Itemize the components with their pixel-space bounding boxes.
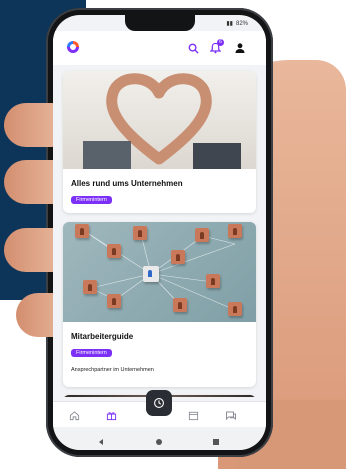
- category-tag[interactable]: Firmenintern: [71, 349, 112, 357]
- content-feed[interactable]: Alles rund ums Unternehmen Firmenintern: [53, 67, 266, 397]
- gift-icon[interactable]: [104, 408, 118, 422]
- cube: [173, 298, 187, 312]
- clock-icon[interactable]: [146, 390, 172, 416]
- status-bar: ▮▮ 82%: [226, 20, 248, 28]
- back-icon[interactable]: [97, 433, 105, 450]
- cube: [107, 294, 121, 308]
- cube: [206, 274, 220, 288]
- cube-highlighted: [143, 266, 159, 282]
- search-icon[interactable]: [186, 41, 200, 55]
- card-description: Ansprechpartner im Unternehmen: [71, 367, 154, 373]
- card-image-heart-hands: [63, 71, 256, 169]
- card-title: Mitarbeiterguide: [71, 332, 134, 341]
- system-navigation-bar: [53, 427, 266, 450]
- phone-notch: [125, 15, 195, 31]
- feed-card[interactable]: Alles rund ums Unternehmen Firmenintern: [63, 71, 256, 213]
- signal-icon: ▮▮: [226, 21, 233, 27]
- app-logo[interactable]: [67, 41, 79, 53]
- cube: [75, 224, 89, 238]
- card-image-network-cubes: [63, 222, 256, 322]
- cube: [171, 250, 185, 264]
- cube: [195, 228, 209, 242]
- user-icon[interactable]: [233, 41, 247, 55]
- home-circle-icon[interactable]: [155, 433, 163, 450]
- app-header: 6: [53, 31, 266, 65]
- smartphone: ▮▮ 82% 6 Alles rund ums Unternehmen Firm…: [4, 8, 273, 457]
- notification-badge: 6: [217, 39, 224, 46]
- cube: [133, 226, 147, 240]
- chat-icon[interactable]: [224, 408, 238, 422]
- bottom-navigation: [53, 390, 266, 428]
- category-tag[interactable]: Firmenintern: [71, 196, 112, 204]
- phone-screen: ▮▮ 82% 6 Alles rund ums Unternehmen Firm…: [53, 15, 266, 450]
- feed-card[interactable]: Mitarbeiterguide Firmenintern Ansprechpa…: [63, 222, 256, 387]
- battery-level: 82%: [235, 20, 248, 27]
- bell-icon[interactable]: 6: [208, 39, 224, 55]
- home-icon[interactable]: [67, 408, 81, 422]
- cube: [228, 302, 242, 316]
- cube: [107, 244, 121, 258]
- cube: [83, 280, 97, 294]
- cube: [228, 224, 242, 238]
- recents-icon[interactable]: [212, 433, 220, 450]
- calendar-icon[interactable]: [186, 408, 200, 422]
- card-title: Alles rund ums Unternehmen: [71, 179, 183, 188]
